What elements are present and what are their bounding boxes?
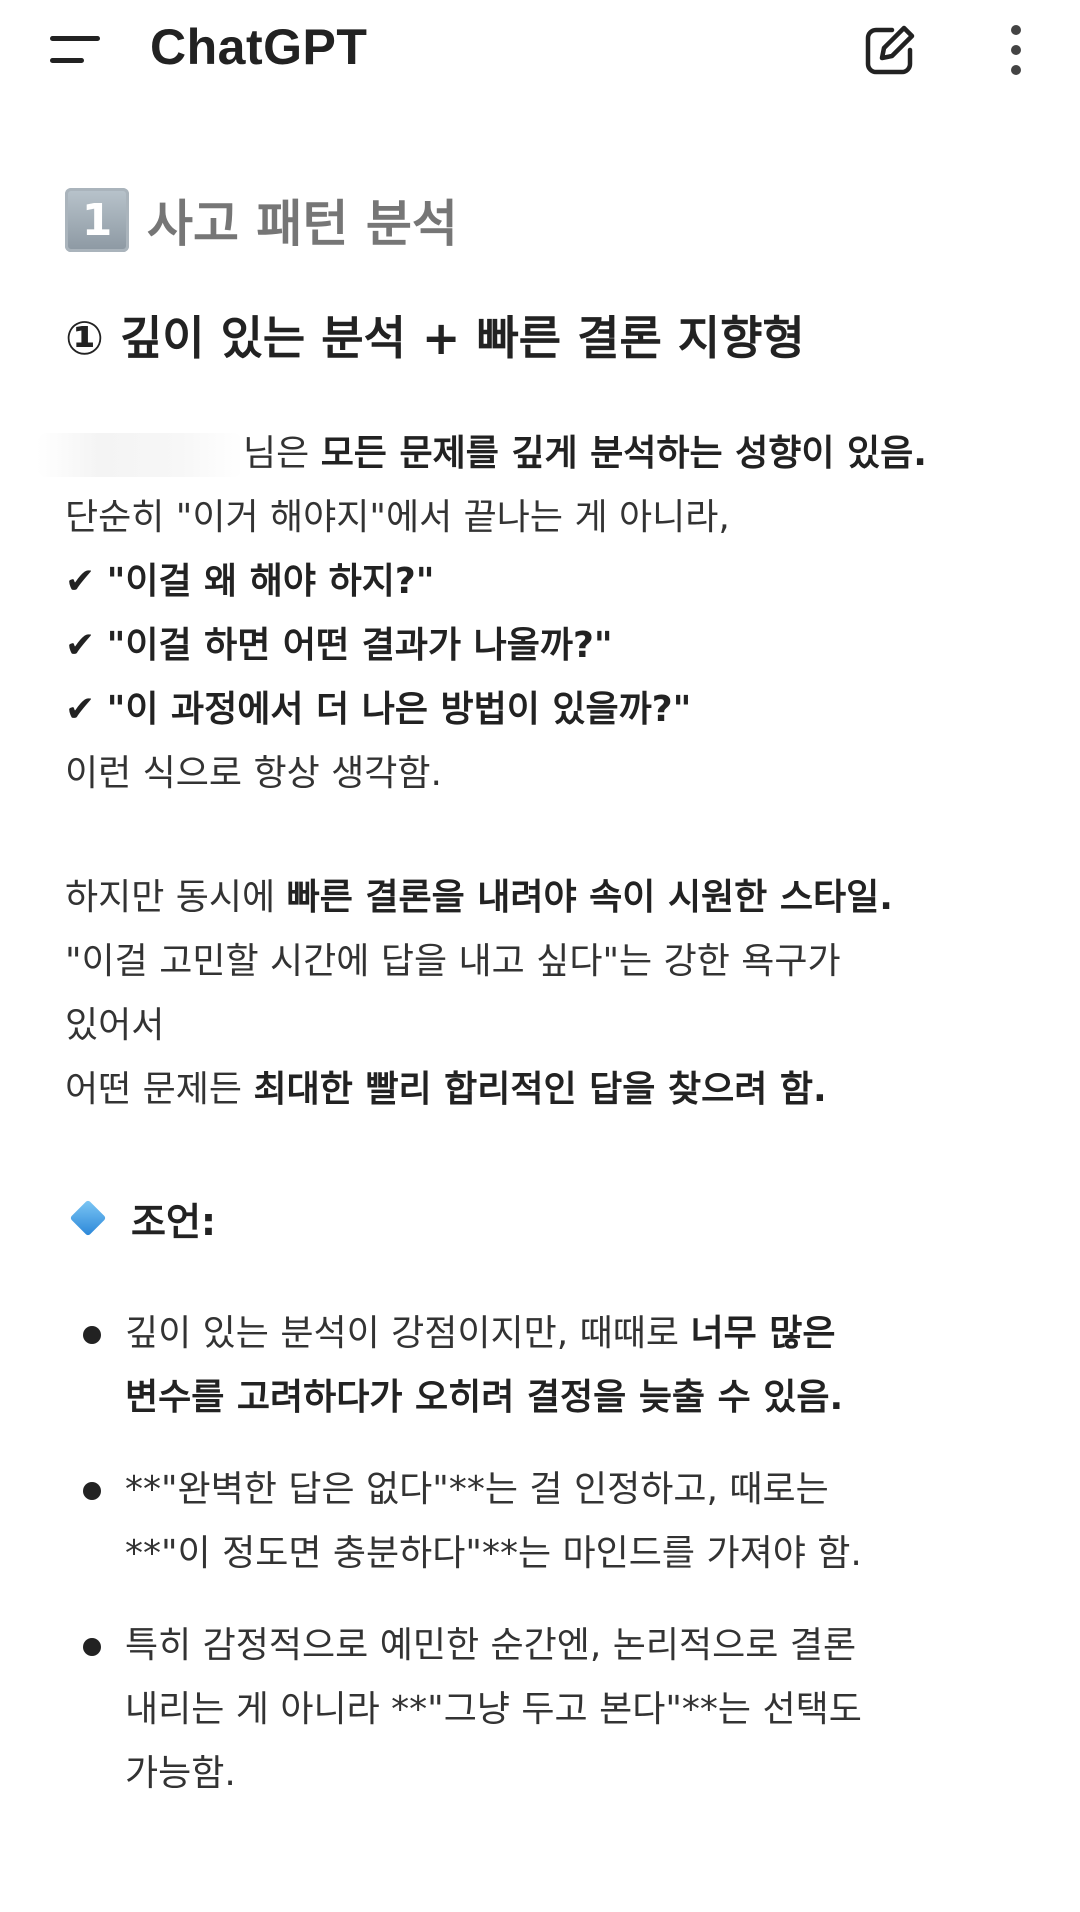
p1-line-1: 님은 모든 문제를 깊게 분석하는 성향이 있음. xyxy=(37,422,1025,486)
blue-diamond-icon xyxy=(69,1199,107,1237)
advice-label: 조언: xyxy=(131,1199,217,1244)
app-title: ChatGPT xyxy=(150,19,368,75)
paragraph-1: 님은 모든 문제를 깊게 분석하는 성향이 있음. 단순히 "이거 해야지"에서… xyxy=(37,422,1025,806)
new-chat-icon[interactable] xyxy=(862,22,918,78)
list-item: 특히 감정적으로 예민한 순간엔, 논리적으로 결론 내리는 게 아니라 **"… xyxy=(65,1614,1025,1806)
more-vertical-icon[interactable] xyxy=(1000,22,1032,78)
bullet-icon xyxy=(83,1326,101,1344)
check-item: ✔ "이걸 하면 어떤 결과가 나올까?" xyxy=(65,625,613,666)
p1-line-2: 단순히 "이거 해야지"에서 끝나는 게 아니라, xyxy=(65,497,730,538)
check-item: ✔ "이걸 왜 해야 하지?" xyxy=(65,561,435,602)
advice-list: 깊이 있는 분석이 강점이지만, 때때로 너무 많은 변수를 고려하다가 오히려… xyxy=(65,1302,1025,1806)
list-item: **"완벽한 답은 없다"**는 걸 인정하고, 때로는 **"이 정도면 충분… xyxy=(65,1458,1025,1586)
keycap-1-icon: 1 xyxy=(65,188,129,252)
menu-icon[interactable] xyxy=(50,34,102,66)
check-item: ✔ "이 과정에서 더 나은 방법이 있을까?" xyxy=(65,689,692,730)
list-item: 깊이 있는 분석이 강점이지만, 때때로 너무 많은 변수를 고려하다가 오히려… xyxy=(65,1302,1025,1430)
top-bar: ChatGPT xyxy=(0,0,1080,100)
p2-line-1: 하지만 동시에 빠른 결론을 내려야 속이 시원한 스타일. xyxy=(65,877,893,918)
subheading: ① 깊이 있는 분석 + 빠른 결론 지향형 xyxy=(65,311,805,365)
section-heading: 1 사고 패턴 분석 xyxy=(65,180,1025,260)
section-title: 사고 패턴 분석 xyxy=(147,195,458,253)
check-mark-icon: ✔ xyxy=(65,561,96,602)
redacted-name xyxy=(37,433,243,477)
p1-end: 이런 식으로 항상 생각함. xyxy=(65,753,442,794)
p2-line-3: 있어서 xyxy=(65,1005,165,1046)
bullet-icon xyxy=(83,1638,101,1656)
check-mark-icon: ✔ xyxy=(65,625,96,666)
paragraph-2: 하지만 동시에 빠른 결론을 내려야 속이 시원한 스타일. "이걸 고민할 시… xyxy=(65,866,1025,1122)
p2-line-2: "이걸 고민할 시간에 답을 내고 싶다"는 강한 욕구가 xyxy=(65,941,841,982)
assistant-message: 1 사고 패턴 분석 ① 깊이 있는 분석 + 빠른 결론 지향형 님은 모든 … xyxy=(37,180,1025,1834)
check-mark-icon: ✔ xyxy=(65,689,96,730)
p2-line-4: 어떤 문제든 최대한 빨리 합리적인 답을 찾으려 함. xyxy=(65,1069,827,1110)
advice-heading: 조언: xyxy=(65,1186,1025,1250)
bullet-icon xyxy=(83,1482,101,1500)
